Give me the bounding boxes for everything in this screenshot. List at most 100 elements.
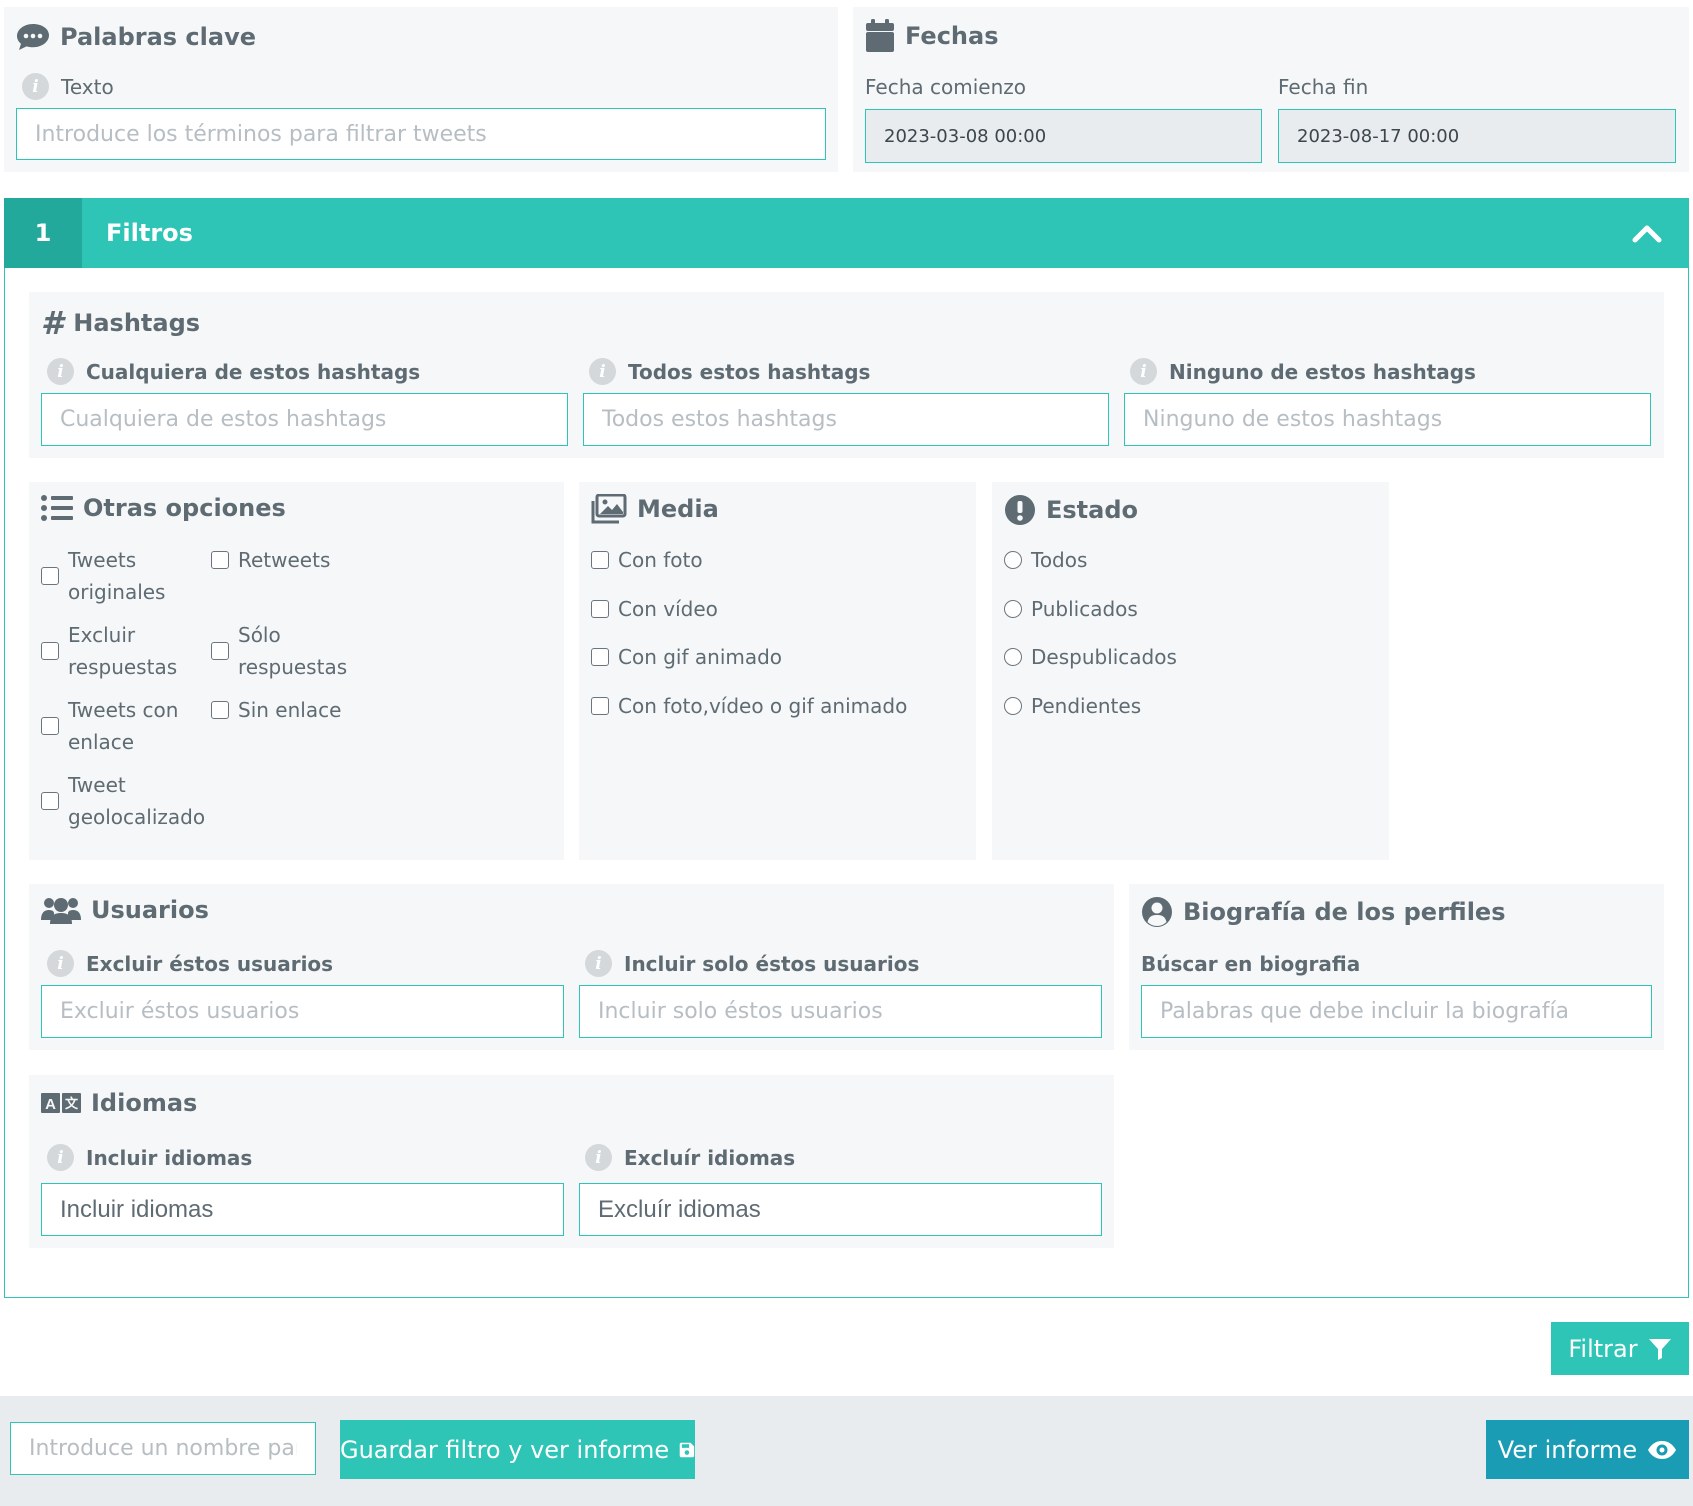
filter-name-input[interactable] xyxy=(10,1422,316,1475)
option-label: Tweet geolocalizado xyxy=(68,773,206,829)
media-with-gif[interactable]: Con gif animado xyxy=(591,641,782,673)
checkbox[interactable] xyxy=(591,697,609,715)
view-report-button[interactable]: Ver informe xyxy=(1486,1420,1689,1479)
media-with-photo[interactable]: Con foto xyxy=(591,544,703,576)
include-users-label: i Incluir solo éstos usuarios xyxy=(585,950,919,977)
chevron-up-icon[interactable] xyxy=(1632,222,1662,244)
save-filter-button[interactable]: Guardar filtro y ver informe xyxy=(340,1420,695,1479)
checkbox[interactable] xyxy=(41,567,59,585)
status-all[interactable]: Todos xyxy=(1004,544,1087,576)
text-label-text: Texto xyxy=(61,74,114,99)
dates-heading: Fechas xyxy=(865,19,999,53)
option-label: Publicados xyxy=(1031,597,1138,621)
exclude-languages-input[interactable] xyxy=(579,1183,1102,1236)
checkbox[interactable] xyxy=(41,717,59,735)
radio[interactable] xyxy=(1004,600,1022,618)
info-icon[interactable]: i xyxy=(47,1144,74,1171)
keywords-input[interactable] xyxy=(16,108,826,160)
info-icon[interactable]: i xyxy=(585,950,612,977)
checkbox[interactable] xyxy=(211,551,229,569)
include-languages-label: i Incluir idiomas xyxy=(47,1144,252,1171)
exclude-languages-label-text: Excluír idiomas xyxy=(624,1145,796,1170)
status-unpublished[interactable]: Despublicados xyxy=(1004,641,1177,673)
filters-header[interactable]: 1 Filtros xyxy=(4,198,1689,268)
status-title: Estado xyxy=(1046,496,1139,524)
save-icon xyxy=(679,1442,695,1457)
exclude-users-input[interactable] xyxy=(41,985,564,1038)
bio-title: Biografía de los perfiles xyxy=(1183,898,1506,926)
none-hashtags-label-text: Ninguno de estos hashtags xyxy=(1169,359,1476,384)
users-panel: Usuarios i Excluir éstos usuarios i Incl… xyxy=(29,884,1114,1050)
radio[interactable] xyxy=(1004,551,1022,569)
any-hashtags-input[interactable] xyxy=(41,393,568,446)
images-icon xyxy=(591,494,627,524)
option-label: Tweets originales xyxy=(68,548,166,604)
info-icon[interactable]: i xyxy=(22,73,49,100)
media-with-any[interactable]: Con foto,vídeo o gif animado xyxy=(591,690,907,722)
media-title: Media xyxy=(637,495,719,523)
status-published[interactable]: Publicados xyxy=(1004,593,1138,625)
users-heading: Usuarios xyxy=(41,896,209,924)
option-tweets-with-link[interactable]: Tweets con enlace xyxy=(41,694,191,758)
info-icon[interactable]: i xyxy=(585,1144,612,1171)
include-languages-input[interactable] xyxy=(41,1183,564,1236)
status-panel: Estado Todos Publicados Despublicados Pe… xyxy=(992,482,1389,860)
option-label: Sólo respuestas xyxy=(238,623,348,679)
media-with-video[interactable]: Con vídeo xyxy=(591,593,718,625)
bio-heading: Biografía de los perfiles xyxy=(1141,896,1505,928)
all-hashtags-input[interactable] xyxy=(583,393,1109,446)
exclamation-circle-icon xyxy=(1005,495,1035,525)
option-retweets[interactable]: Retweets xyxy=(211,544,371,576)
checkbox[interactable] xyxy=(591,551,609,569)
checkbox[interactable] xyxy=(211,642,229,660)
option-label: Con vídeo xyxy=(618,597,718,621)
checkbox[interactable] xyxy=(591,648,609,666)
checkbox[interactable] xyxy=(211,701,229,719)
info-icon[interactable]: i xyxy=(589,358,616,385)
filter-button-label: Filtrar xyxy=(1568,1334,1638,1363)
info-icon[interactable]: i xyxy=(47,950,74,977)
languages-title: Idiomas xyxy=(91,1089,198,1117)
keywords-heading: Palabras clave xyxy=(16,22,256,52)
info-icon[interactable]: i xyxy=(47,358,74,385)
checkbox[interactable] xyxy=(591,600,609,618)
radio[interactable] xyxy=(1004,648,1022,666)
option-only-replies[interactable]: Sólo respuestas xyxy=(211,619,351,683)
end-date-label: Fecha fin xyxy=(1278,75,1369,99)
keywords-panel: Palabras clave i Texto xyxy=(4,7,838,172)
languages-panel: A文 Idiomas i Incluir idiomas i Excluír i… xyxy=(29,1075,1114,1248)
option-no-link[interactable]: Sin enlace xyxy=(211,694,371,726)
start-date-field[interactable]: 2023-03-08 00:00 xyxy=(865,109,1262,163)
all-hashtags-label-text: Todos estos hashtags xyxy=(628,359,871,384)
radio[interactable] xyxy=(1004,697,1022,715)
checkbox[interactable] xyxy=(41,792,59,810)
start-date-label: Fecha comienzo xyxy=(865,75,1026,99)
info-icon[interactable]: i xyxy=(1130,358,1157,385)
filters-step-number: 1 xyxy=(4,198,82,268)
filters-body: # Hashtags i Cualquiera de estos hashtag… xyxy=(4,268,1689,1298)
status-pending[interactable]: Pendientes xyxy=(1004,690,1141,722)
other-options-heading: Otras opciones xyxy=(41,494,286,522)
users-title: Usuarios xyxy=(91,896,209,924)
option-geolocated[interactable]: Tweet geolocalizado xyxy=(41,769,221,833)
option-exclude-replies[interactable]: Excluir respuestas xyxy=(41,619,191,683)
bio-input[interactable] xyxy=(1141,985,1652,1038)
exclude-users-label: i Excluir éstos usuarios xyxy=(47,950,333,977)
option-original-tweets[interactable]: Tweets originales xyxy=(41,544,191,608)
end-date-field[interactable]: 2023-08-17 00:00 xyxy=(1278,109,1676,163)
hashtag-icon: # xyxy=(41,304,64,342)
exclude-languages-label: i Excluír idiomas xyxy=(585,1144,795,1171)
comment-dots-icon xyxy=(17,24,49,50)
all-hashtags-label: i Todos estos hashtags xyxy=(589,358,870,385)
filter-button[interactable]: Filtrar xyxy=(1551,1322,1689,1375)
view-report-button-label: Ver informe xyxy=(1497,1435,1638,1464)
none-hashtags-input[interactable] xyxy=(1124,393,1651,446)
bio-panel: Biografía de los perfiles Búscar en biog… xyxy=(1129,884,1664,1050)
dates-panel: Fechas Fecha comienzo 2023-03-08 00:00 F… xyxy=(853,7,1689,172)
option-label: Retweets xyxy=(238,548,331,572)
hashtags-title: Hashtags xyxy=(73,309,201,337)
include-users-input[interactable] xyxy=(579,985,1102,1038)
checkbox[interactable] xyxy=(41,642,59,660)
option-label: Todos xyxy=(1031,548,1088,572)
languages-heading: A文 Idiomas xyxy=(41,1089,197,1117)
